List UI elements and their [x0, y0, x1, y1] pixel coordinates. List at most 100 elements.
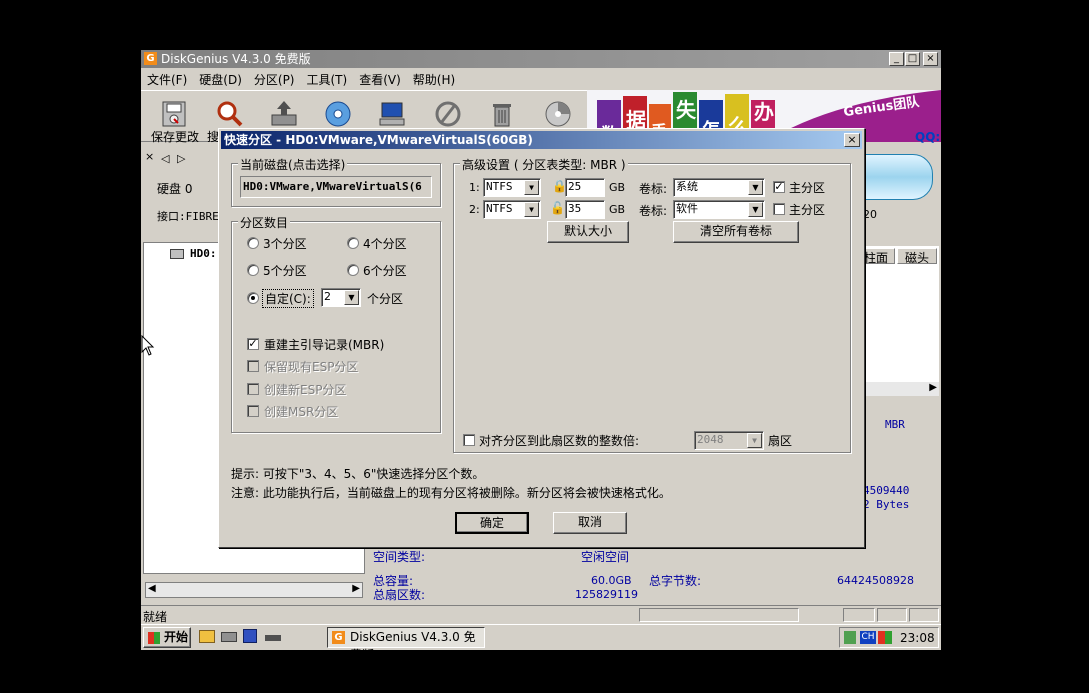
align-sectors-select[interactable]: 2048 ▼ — [694, 431, 764, 450]
row2-unlock-icon[interactable]: 🔓 — [550, 201, 565, 215]
delete-partition-icon[interactable] — [487, 99, 517, 129]
menu-view[interactable]: 查看(V) — [353, 69, 407, 88]
banner-char-7: 办 — [754, 100, 774, 124]
row2-number: 2: — [469, 203, 480, 216]
keep-esp-checkbox[interactable] — [247, 360, 259, 372]
tree-hscrollbar[interactable]: ◀ ▶ — [145, 582, 363, 598]
create-esp-checkbox[interactable] — [247, 383, 259, 395]
rebuild-mbr-label[interactable]: 重建主引导记录(MBR) — [264, 336, 384, 353]
radio-4-partitions[interactable] — [347, 237, 359, 249]
menu-disk[interactable]: 硬盘(D) — [193, 69, 248, 88]
table-scroll-right-icon[interactable]: ▶ — [929, 382, 937, 393]
chevron-down-icon[interactable]: ▼ — [524, 180, 539, 195]
quick-partition-dialog: 快速分区 - HD0:VMware,VMwareVirtualS(60GB) ×… — [218, 128, 865, 548]
row2-primary-label[interactable]: 主分区 — [789, 201, 825, 218]
radio-5-partitions-label[interactable]: 5个分区 — [263, 262, 307, 279]
save-changes-icon[interactable] — [159, 99, 189, 129]
dialog-close-button[interactable]: × — [844, 133, 860, 147]
row2-volume-select[interactable]: 软件 ▼ — [673, 200, 765, 219]
radio-custom-label[interactable]: 自定(C): — [262, 289, 314, 308]
tray-lang-icon[interactable] — [878, 631, 892, 644]
chevron-down-icon[interactable]: ▼ — [747, 433, 762, 448]
clock[interactable]: 23:08 — [900, 631, 935, 645]
close-button[interactable]: × — [923, 52, 938, 66]
partition-table-type: MBR — [885, 418, 905, 431]
menu-partition[interactable]: 分区(P) — [248, 69, 301, 88]
chevron-down-icon[interactable]: ▼ — [524, 202, 539, 217]
start-button[interactable]: 开始 — [143, 627, 191, 648]
row2-fs-value: NTFS — [486, 202, 513, 215]
radio-6-partitions[interactable] — [347, 264, 359, 276]
row2-fs-select[interactable]: NTFS ▼ — [483, 200, 541, 219]
mouse-cursor-icon — [141, 335, 155, 356]
chevron-down-icon[interactable]: ▼ — [748, 180, 763, 195]
row1-fs-select[interactable]: NTFS ▼ — [483, 178, 541, 197]
current-disk-selector[interactable]: HD0:VMware,VMwareVirtualS(6 — [240, 176, 432, 198]
tree-item-hd0[interactable]: HD0: — [190, 247, 217, 260]
radio-3-partitions[interactable] — [247, 237, 259, 249]
ok-button[interactable]: 确定 — [455, 512, 529, 534]
menu-file[interactable]: 文件(F) — [141, 69, 193, 88]
row2-size-input[interactable]: 35 — [565, 200, 605, 219]
tray-network-icon[interactable] — [844, 631, 856, 644]
quick-partition-icon[interactable] — [323, 99, 353, 129]
format-icon[interactable] — [433, 99, 463, 129]
maximize-button[interactable]: □ — [905, 52, 920, 66]
radio-5-partitions[interactable] — [247, 264, 259, 276]
menu-help[interactable]: 帮助(H) — [407, 69, 461, 88]
row1-volume-select[interactable]: 系统 ▼ — [673, 178, 765, 197]
row1-primary-label[interactable]: 主分区 — [789, 179, 825, 196]
banner-char-4: 失 — [676, 98, 696, 122]
row1-primary-checkbox[interactable]: ✓ — [773, 181, 785, 193]
close-pane-icon[interactable]: × — [145, 150, 154, 163]
space-type-label: 空间类型: — [373, 550, 426, 564]
radio-3-partitions-label[interactable]: 3个分区 — [263, 235, 307, 252]
cancel-button[interactable]: 取消 — [553, 512, 627, 534]
col-head[interactable]: 磁头 — [897, 248, 937, 265]
keep-esp-label: 保留现有ESP分区 — [264, 360, 359, 374]
row2-primary-checkbox[interactable] — [773, 203, 785, 215]
recover-files-icon[interactable] — [269, 99, 299, 129]
quicklaunch-drive-icon[interactable] — [221, 632, 237, 642]
chevron-down-icon[interactable]: ▼ — [748, 202, 763, 217]
create-msr-checkbox[interactable] — [247, 405, 259, 417]
search-partition-icon[interactable] — [215, 99, 245, 129]
row1-size-input[interactable]: 25 — [565, 178, 605, 197]
current-disk-group: 当前磁盘(点击选择) HD0:VMware,VMwareVirtualS(6 — [231, 156, 441, 207]
total-bytes-label: 总字节数: — [649, 574, 702, 588]
disk-info-partial: 20 — [863, 208, 877, 221]
align-label[interactable]: 对齐分区到此扇区数的整数倍: — [479, 432, 639, 449]
taskbar-task-label: DiskGenius V4.3.0 免费版 — [350, 630, 476, 650]
row1-number: 1: — [469, 181, 480, 194]
scroll-left-icon[interactable]: ◀ — [148, 583, 156, 594]
taskbar-diskgenius-button[interactable]: G DiskGenius V4.3.0 免费版 — [327, 627, 485, 650]
align-checkbox[interactable] — [463, 434, 475, 446]
minimize-button[interactable]: _ — [889, 52, 904, 66]
row2-unit: GB — [609, 203, 626, 216]
quicklaunch-folder-icon[interactable] — [199, 630, 215, 643]
next-disk-icon[interactable]: ▷ — [177, 152, 185, 165]
new-partition-icon[interactable] — [377, 99, 407, 129]
custom-count-value: 2 — [324, 290, 331, 303]
default-size-button[interactable]: 默认大小 — [547, 221, 629, 243]
radio-6-partitions-label[interactable]: 6个分区 — [363, 262, 407, 279]
clear-all-labels-button[interactable]: 清空所有卷标 — [673, 221, 799, 243]
radio-custom[interactable] — [247, 292, 259, 304]
disk-bar-segment[interactable] — [861, 154, 933, 200]
backup-partition-icon[interactable] — [543, 99, 573, 129]
radio-4-partitions-label[interactable]: 4个分区 — [363, 235, 407, 252]
save-changes-label[interactable]: 保存更改 — [151, 128, 199, 145]
quicklaunch-hdd-icon[interactable] — [265, 635, 281, 641]
custom-count-select[interactable]: 2 ▼ — [321, 288, 361, 307]
quicklaunch-save-icon[interactable] — [243, 629, 257, 643]
prev-disk-icon[interactable]: ◁ — [161, 152, 169, 165]
dialog-titlebar[interactable]: 快速分区 - HD0:VMware,VMwareVirtualS(60GB) — [221, 131, 862, 149]
menu-tools[interactable]: 工具(T) — [301, 69, 354, 88]
taskbar-app-icon: G — [332, 631, 345, 644]
ime-indicator[interactable]: CH — [860, 631, 876, 644]
chevron-down-icon[interactable]: ▼ — [344, 290, 359, 305]
scroll-right-icon[interactable]: ▶ — [352, 583, 360, 594]
main-window-titlebar[interactable]: G DiskGenius V4.3.0 免费版 — [141, 50, 941, 68]
total-bytes-value: 64424508928 — [837, 574, 914, 587]
rebuild-mbr-checkbox[interactable]: ✓ — [247, 338, 259, 350]
